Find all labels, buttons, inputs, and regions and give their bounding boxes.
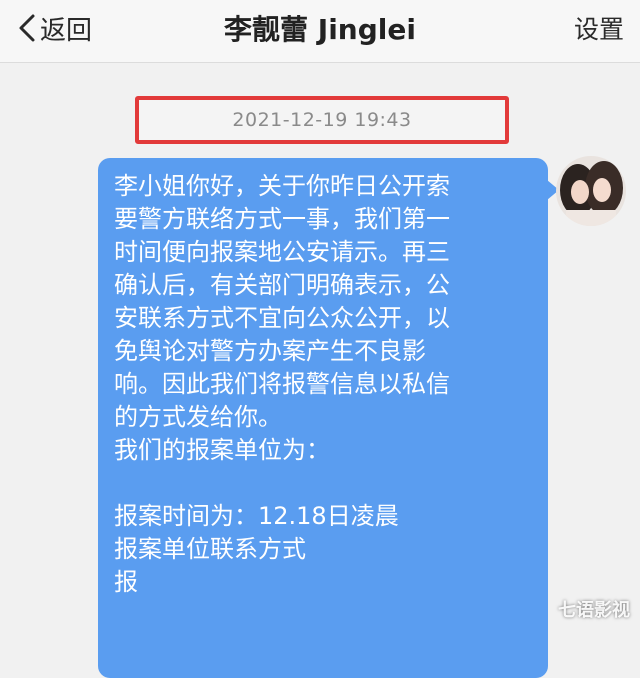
- avatar-photo: [556, 156, 626, 226]
- message-line: 报: [114, 568, 138, 596]
- message-line: 响。因此我们将报警信息以私信: [114, 370, 450, 398]
- message-text: 李小姐你好，关于你昨日公开索 要警方联络方式一事，我们第一 时间便向报案地公安请示。…: [114, 170, 548, 599]
- back-button[interactable]: 返回: [18, 8, 92, 48]
- message-bubble[interactable]: 李小姐你好，关于你昨日公开索 要警方联络方式一事，我们第一 时间便向报案地公安请示。…: [98, 158, 559, 678]
- timestamp-highlight: 2021-12-19 19:43: [135, 96, 509, 144]
- settings-button[interactable]: 设置: [574, 10, 624, 46]
- watermark: 七语影视: [558, 600, 630, 621]
- message-line: 的方式发给你。: [114, 403, 282, 431]
- message-line: 确认后，有关部门明确表示，公: [114, 271, 450, 299]
- message-line: 报案单位联系方式: [114, 535, 306, 563]
- back-label: 返回: [40, 15, 93, 46]
- nav-bar: 返回 李靓蕾 Jinglei 设置: [0, 0, 640, 63]
- avatar[interactable]: [556, 156, 626, 226]
- message-line: 我们的报案单位为：: [114, 436, 330, 464]
- message-line: 要警方联络方式一事，我们第一: [114, 205, 450, 233]
- message-line: [114, 467, 548, 500]
- page-title: 李靓蕾 Jinglei: [224, 13, 416, 46]
- message-line: 时间便向报案地公安请示。再三: [114, 238, 450, 266]
- message-line: 报案时间为：12.18日凌晨: [114, 502, 399, 530]
- message-line: 免舆论对警方办案产生不良影: [114, 337, 426, 365]
- message-timestamp: 2021-12-19 19:43: [232, 109, 412, 131]
- message-line: 安联系方式不宜向公众公开，以: [114, 304, 450, 332]
- message-line: 李小姐你好，关于你昨日公开索: [114, 172, 450, 200]
- chevron-left-icon: [19, 14, 35, 42]
